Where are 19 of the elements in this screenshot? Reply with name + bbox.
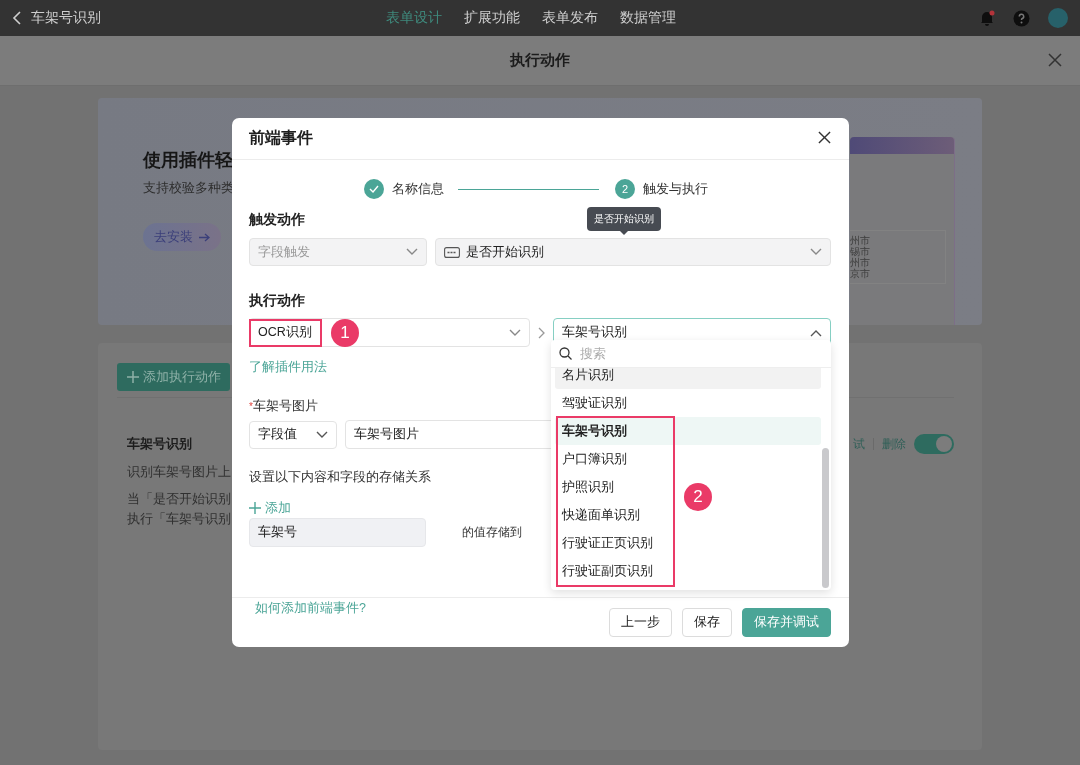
section-label: 触发动作: [249, 211, 305, 229]
field-label: 车架号图片: [252, 399, 318, 413]
connector-label: 的值存储到: [462, 524, 522, 541]
banner-title: 使用插件轻: [143, 149, 234, 172]
action-description: 识别车架号图片上: [126, 464, 231, 481]
source-field: 车架号: [249, 518, 426, 547]
action-title: 车架号识别: [127, 435, 192, 453]
step-label: 触发与执行: [643, 180, 708, 198]
step-number: 2: [615, 179, 635, 199]
step-label: 名称信息: [392, 180, 444, 198]
dialog-title: 前端事件: [249, 128, 313, 148]
annotation-marker: 2: [684, 483, 712, 511]
action-description: 当「是否开始识别: [126, 491, 231, 508]
page-title: 执行动作: [510, 51, 570, 70]
required-mark: *: [249, 401, 253, 412]
mapping-label: 设置以下内容和字段的存储关系: [249, 469, 431, 486]
action-description: 执行「车架号识别: [126, 511, 231, 528]
app-title: 车架号识别: [31, 9, 101, 27]
section-label: 执行动作: [249, 292, 305, 310]
